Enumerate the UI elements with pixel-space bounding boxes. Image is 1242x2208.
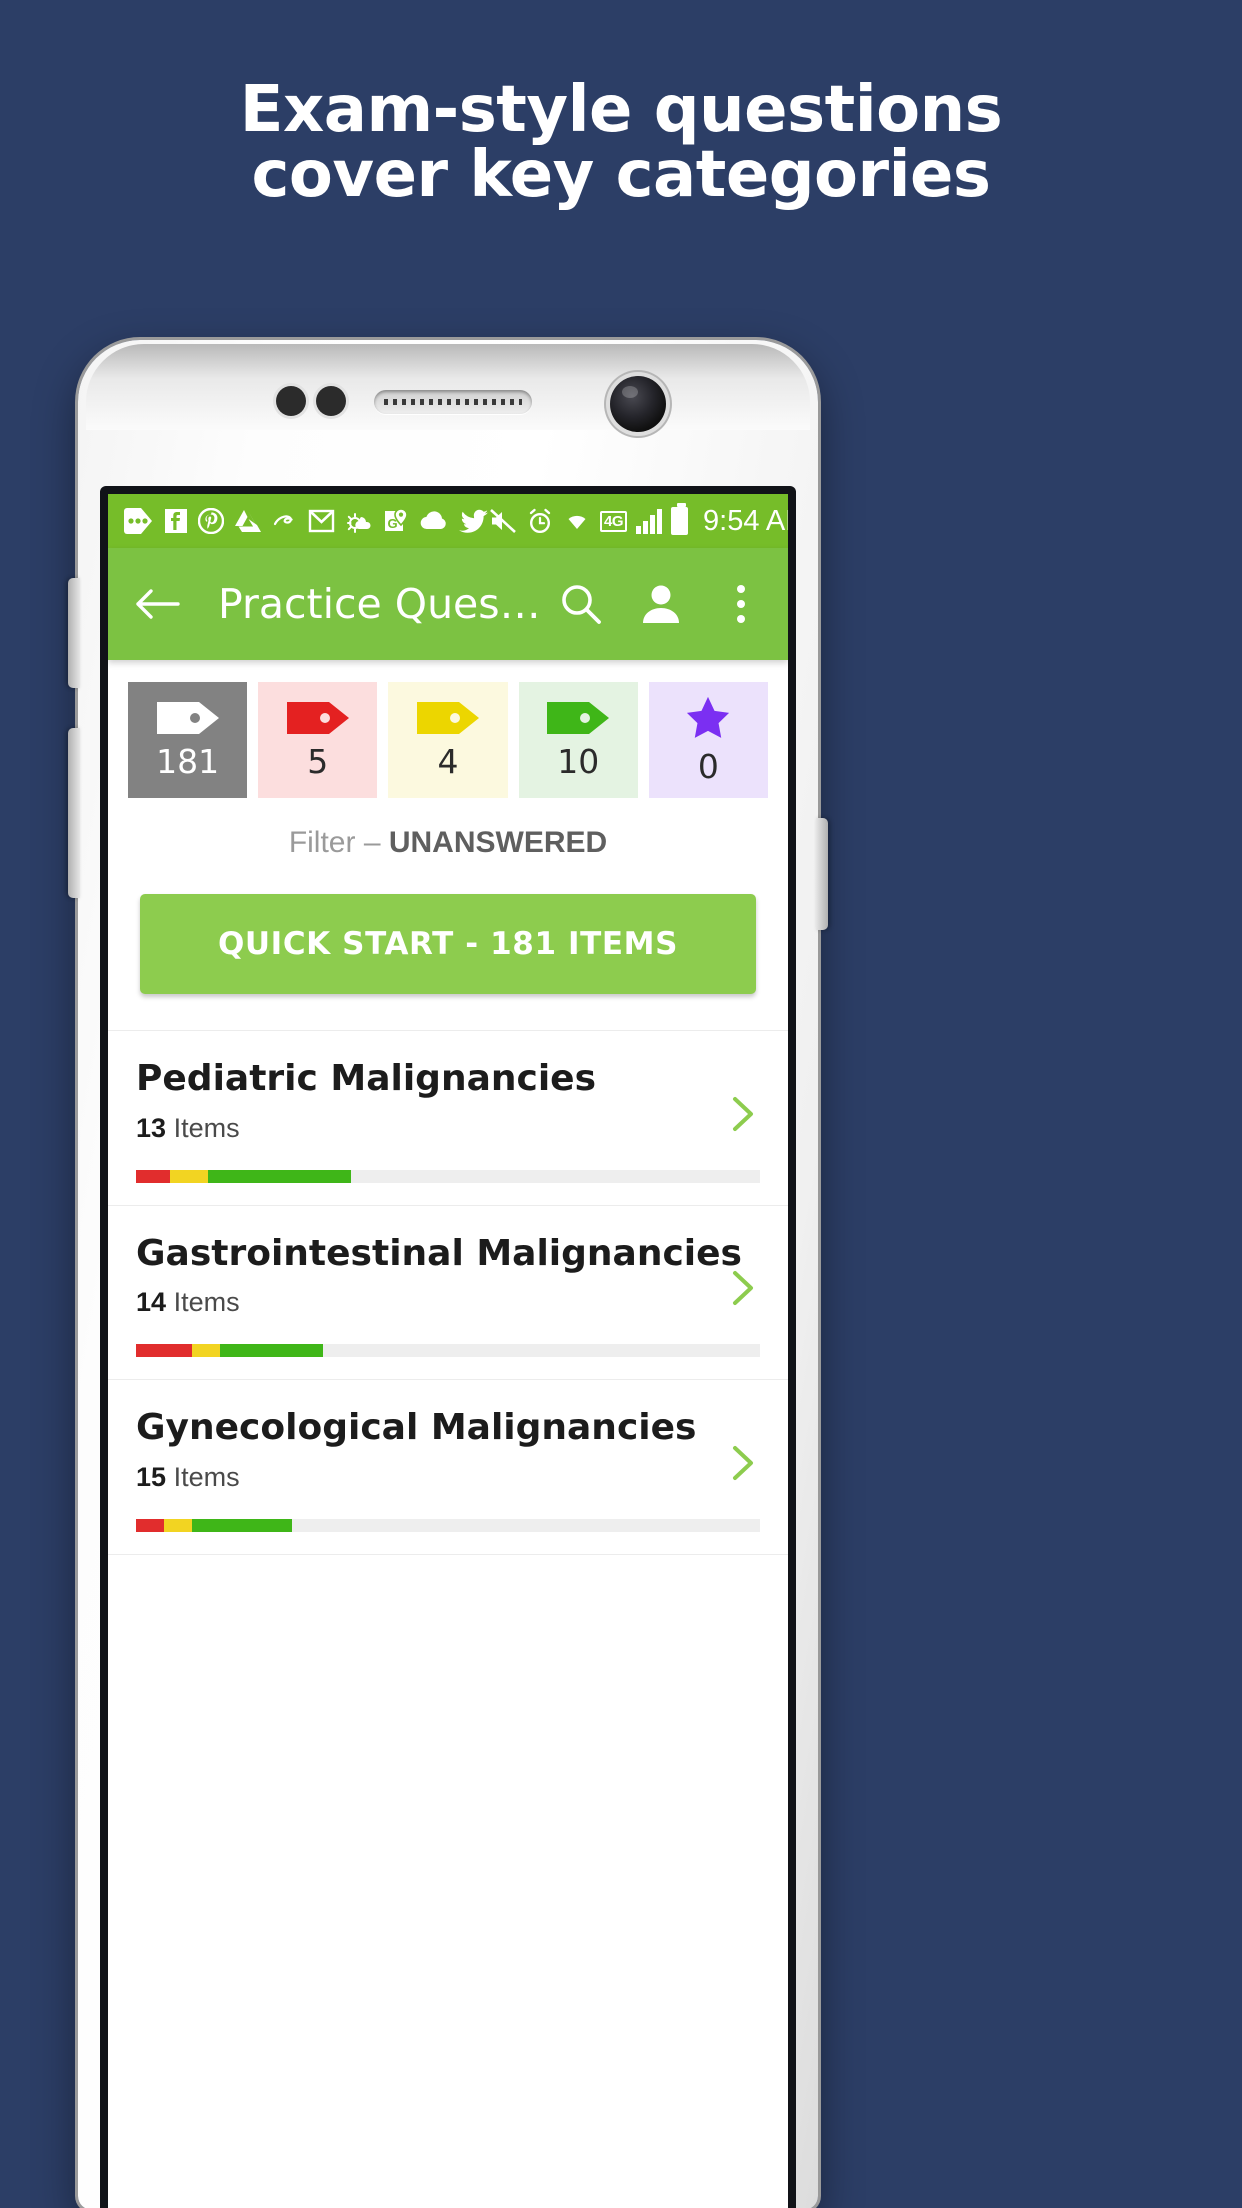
power-button[interactable]: [816, 818, 828, 930]
wifi-icon: [563, 509, 591, 533]
tag-count-green: 10: [557, 741, 600, 781]
light-sensor-icon: [316, 386, 346, 416]
progress-segment-yellow: [192, 1344, 221, 1358]
filter-label[interactable]: Filter – UNANSWERED: [108, 816, 788, 864]
category-count: 13: [136, 1112, 167, 1143]
weather-icon: [345, 508, 373, 534]
quick-start-button[interactable]: QUICK START - 181 ITEMS: [140, 894, 756, 994]
page-title: Practice Ques…: [218, 580, 541, 628]
category-count: 15: [136, 1461, 167, 1492]
filter-prefix: Filter –: [288, 826, 389, 859]
app-bar: Practice Ques…: [108, 548, 788, 660]
tag-badge-yellow[interactable]: 4: [388, 682, 508, 798]
progress-segment-red: [136, 1169, 171, 1183]
list-item-partial[interactable]: [108, 1553, 788, 1605]
category-count-line: 13 Items: [136, 1113, 760, 1144]
pinterest-icon: [198, 508, 224, 534]
tag-badge-green[interactable]: 10: [518, 682, 638, 798]
promo-heading-line2: cover key categories: [251, 138, 991, 213]
list-item[interactable]: Pediatric Malignancies 13 Items: [108, 1030, 788, 1205]
evernote-icon: [272, 509, 298, 533]
more-vertical-icon[interactable]: [714, 577, 768, 631]
progress-segment-yellow: [170, 1169, 208, 1183]
tag-badge-red[interactable]: 5: [258, 682, 378, 798]
tag-count-yellow: 4: [437, 741, 459, 781]
chevron-right-icon: [722, 1443, 762, 1483]
battery-icon: [671, 503, 689, 535]
cloud-icon: [419, 510, 449, 532]
progress-segment-green: [207, 1169, 352, 1183]
messages-dots-icon: [124, 508, 154, 534]
list-item[interactable]: Gynecological Malignancies 15 Items: [108, 1379, 788, 1554]
progress-segment-green: [220, 1344, 324, 1358]
app-screen: G 4G 9:54 A Practice Ques… 181 5 4 10 0 …: [108, 494, 788, 2208]
network-type-label: 4G: [600, 510, 628, 532]
status-bar: G 4G 9:54 A: [108, 494, 788, 548]
category-unit: Items: [173, 1287, 240, 1318]
status-bar-notifications: G: [124, 508, 489, 534]
alarm-icon: [526, 507, 554, 535]
volume-up-button[interactable]: [68, 578, 80, 688]
category-count-line: 14 Items: [136, 1287, 760, 1318]
progress-bar: [136, 1344, 760, 1358]
tag-count-red: 5: [307, 741, 329, 781]
category-count-line: 15 Items: [136, 1462, 760, 1493]
progress-segment-yellow: [164, 1518, 193, 1532]
status-bar-clock: 9:54 AM: [703, 504, 788, 537]
proximity-sensor-icon: [276, 386, 306, 416]
category-unit: Items: [173, 1461, 240, 1492]
category-unit: Items: [173, 1112, 240, 1143]
tag-count-favorite: 0: [697, 746, 719, 786]
filter-value: UNANSWERED: [388, 826, 608, 859]
earpiece-speaker: [374, 390, 532, 414]
phone-screen-bezel: G 4G 9:54 A Practice Ques… 181 5 4 10 0 …: [100, 486, 796, 2208]
signal-bars-icon: [636, 508, 663, 534]
quick-start-container: QUICK START - 181 ITEMS: [108, 864, 788, 1030]
category-title: Gynecological Malignancies: [136, 1407, 697, 1449]
gmail-icon: [308, 508, 335, 534]
status-bar-system-icons: 4G 9:54 AM: [489, 503, 788, 538]
chevron-right-icon: [722, 1268, 762, 1308]
phone-top-bezel: [86, 344, 810, 432]
back-arrow-icon[interactable]: [130, 577, 184, 631]
person-icon[interactable]: [634, 577, 688, 631]
search-icon[interactable]: [554, 577, 608, 631]
tag-icon: [156, 701, 219, 734]
tag-count-all: 181: [156, 741, 220, 781]
front-camera-icon: [610, 376, 666, 432]
progress-segment-red: [136, 1344, 193, 1358]
category-list: Pediatric Malignancies 13 Items Gastroin…: [108, 1030, 788, 1605]
progress-segment-green: [192, 1518, 292, 1532]
progress-bar: [136, 1518, 760, 1532]
promo-heading-line1: Exam-style questions: [239, 73, 1003, 147]
mute-icon: [489, 508, 517, 534]
star-icon: [687, 696, 730, 738]
google-drive-icon: [234, 508, 262, 534]
volume-down-button[interactable]: [68, 728, 80, 898]
google-maps-icon: G: [383, 508, 409, 534]
list-item[interactable]: Gastrointestinal Malignancies 14 Items: [108, 1204, 788, 1380]
chevron-right-icon: [722, 1094, 762, 1134]
phone-device: G 4G 9:54 A Practice Ques… 181 5 4 10 0 …: [68, 340, 828, 2208]
tag-icon: [417, 701, 479, 734]
twitter-icon: [459, 508, 489, 534]
tag-icon: [286, 701, 349, 734]
category-title: Pediatric Malignancies: [136, 1058, 597, 1099]
category-title: Gastrointestinal Malignancies: [136, 1232, 742, 1274]
tag-filter-row: 181 5 4 10 0: [108, 660, 788, 816]
promo-heading: Exam-style questions cover key categorie…: [0, 77, 1242, 213]
progress-bar: [136, 1169, 760, 1183]
progress-segment-red: [136, 1518, 165, 1532]
tag-icon: [547, 701, 610, 734]
tag-badge-favorite[interactable]: 0: [648, 682, 769, 798]
facebook-icon: [164, 508, 188, 534]
category-count: 14: [136, 1287, 167, 1318]
tag-badge-all[interactable]: 181: [128, 682, 248, 798]
